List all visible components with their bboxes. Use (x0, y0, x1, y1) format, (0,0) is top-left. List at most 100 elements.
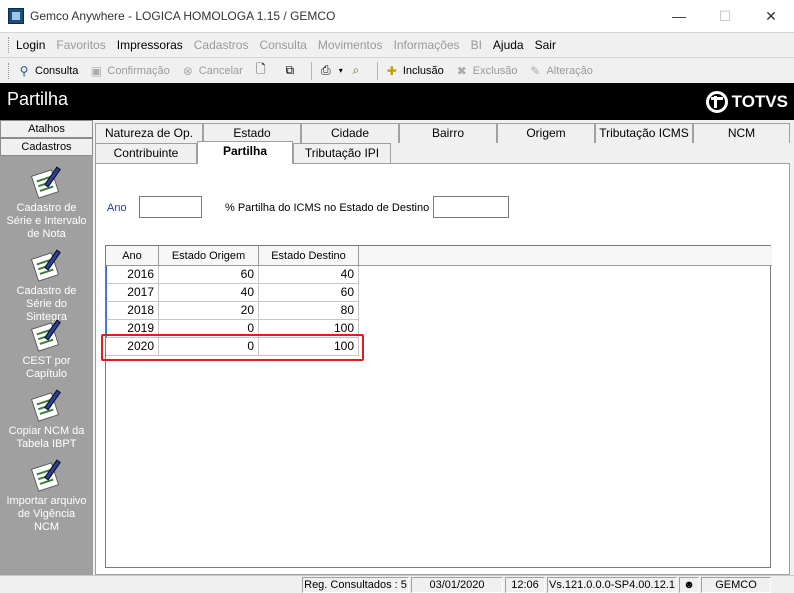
new-document-button[interactable]: 🗋 (253, 62, 272, 79)
tab-bairro[interactable]: Bairro (399, 123, 497, 143)
minimize-button[interactable]: — (656, 0, 702, 32)
toolbar-separator (376, 61, 378, 80)
partilha-label: % Partilha do ICMS no Estado de Destino (225, 202, 430, 214)
sidebar-item-label: Cadastro de Série e Intervalo de Nota (6, 202, 87, 240)
sidebar-item-copiar-ncm[interactable]: Copiar NCM da Tabela IBPT (0, 389, 93, 451)
menu-bi: BI (470, 37, 482, 52)
column-header-ano[interactable]: Ano (106, 246, 159, 266)
confirmacao-button: ▣ Confirmação (88, 63, 170, 79)
edit-record-icon: ✎ (530, 63, 541, 78)
tab-tributacao-ipi[interactable]: Tributação IPI (293, 143, 391, 163)
delete-record-icon: ✖ (456, 63, 467, 78)
column-header-estado-destino[interactable]: Estado Destino (259, 246, 359, 266)
sidebar-tab-atalhos[interactable]: Atalhos (0, 120, 93, 138)
window-controls: — ☐ ✕ (656, 0, 794, 32)
status-reg-consultados: Reg. Consultados : 5 (302, 577, 409, 593)
menu-favoritos: Favoritos (56, 37, 106, 52)
column-header-estado-origem[interactable]: Estado Origem (159, 246, 259, 266)
status-company: GEMCO (701, 577, 771, 593)
inclusao-button[interactable]: ✚ Inclusão (384, 63, 444, 79)
tab-natureza-op[interactable]: Natureza de Op. (95, 123, 203, 143)
form-pen-icon (30, 459, 62, 492)
sidebar-item-cest[interactable]: CEST por Capítulo (0, 319, 93, 381)
partilha-input[interactable] (433, 196, 509, 218)
tab-contribuinte[interactable]: Contribuinte (95, 143, 197, 163)
status-user-icon: ☻ (679, 577, 699, 593)
toolbar-grip (8, 62, 11, 79)
status-date: 03/01/2020 (411, 577, 503, 593)
toolbar-separator (310, 61, 312, 80)
totvs-logo-icon (705, 91, 728, 113)
cell-estado-origem[interactable]: 60 (159, 266, 259, 284)
tab-cidade[interactable]: Cidade (301, 123, 399, 143)
tab-estado[interactable]: Estado (203, 123, 301, 143)
form-pen-icon (30, 319, 62, 352)
toolbar: ⚲ Consulta ▣ Confirmação ⊗ Cancelar 🗋 ⧉ … (0, 57, 794, 83)
menu-movimentos: Movimentos (317, 37, 383, 52)
ano-label: Ano (107, 202, 127, 214)
form-pen-icon (30, 249, 62, 282)
title-bar: Gemco Anywhere - LOGICA HOMOLOGA 1.15 / … (0, 0, 794, 32)
sidebar-item-serie-sintegra[interactable]: Cadastro de Série do Sintegra (0, 249, 93, 324)
cancel-icon: ⊗ (182, 63, 193, 78)
row-highlight (101, 334, 364, 361)
cell-estado-destino[interactable]: 40 (259, 266, 359, 284)
ano-input[interactable] (139, 196, 202, 218)
menu-sair[interactable]: Sair (535, 38, 556, 52)
copy-icon: ⧉ (285, 63, 295, 77)
menu-bar: Login Favoritos Impressoras Cadastros Co… (0, 32, 794, 56)
tab-ncm[interactable]: NCM (693, 123, 790, 143)
add-record-icon: ✚ (386, 63, 397, 78)
app-icon (8, 8, 24, 24)
tab-tributacao-icms[interactable]: Tributação ICMS (595, 123, 693, 143)
menu-grip (8, 36, 11, 53)
status-time: 12:06 (505, 577, 545, 593)
cell-estado-destino[interactable]: 60 (259, 284, 359, 302)
menu-impressoras[interactable]: Impressoras (117, 38, 183, 52)
table-row[interactable]: 2018 20 80 (106, 302, 359, 320)
menu-cadastros: Cadastros (193, 37, 249, 52)
document-icon: 🗋 (255, 62, 266, 76)
sidebar-item-label: CEST por Capítulo (22, 355, 71, 380)
print-button[interactable]: ⎙ ▾ ⌕ (318, 63, 367, 79)
sidebar-item-serie-intervalo[interactable]: Cadastro de Série e Intervalo de Nota (0, 166, 93, 241)
screen-header: Partilha TOTVS (0, 83, 794, 120)
sidebar: Atalhos Cadastros Cadastro de Série e In… (0, 120, 93, 575)
exclusao-button: ✖ Exclusão (454, 63, 518, 79)
table-row[interactable]: 2016 60 40 (106, 266, 359, 284)
menu-login[interactable]: Login (16, 38, 45, 52)
partilha-tab-page: Ano % Partilha do ICMS no Estado de Dest… (95, 163, 790, 575)
status-version: Vs.121.0.0.0-SP4.00.12.1 (547, 577, 677, 593)
cell-ano[interactable]: 2018 (106, 302, 159, 320)
alteracao-button: ✎ Alteração (527, 63, 593, 79)
menu-ajuda[interactable]: Ajuda (493, 38, 524, 52)
cell-estado-destino[interactable]: 80 (259, 302, 359, 320)
sidebar-item-label: Importar arquivo de Vigência NCM (6, 495, 87, 533)
dropdown-arrow-icon: ▾ (338, 66, 343, 75)
cell-estado-origem[interactable]: 20 (159, 302, 259, 320)
binoculars-icon: ⚲ (19, 63, 29, 78)
tab-origem[interactable]: Origem (497, 123, 595, 143)
cancelar-button: ⊗ Cancelar (180, 63, 243, 79)
grid-header: Ano Estado Origem Estado Destino (106, 246, 772, 266)
consulta-button[interactable]: ⚲ Consulta (16, 63, 79, 79)
save-icon: ▣ (90, 63, 103, 78)
sidebar-tab-cadastros[interactable]: Cadastros (0, 138, 93, 156)
sidebar-item-label: Copiar NCM da Tabela IBPT (8, 425, 85, 450)
cell-ano[interactable]: 2017 (106, 284, 159, 302)
table-row[interactable]: 2017 40 60 (106, 284, 359, 302)
close-button[interactable]: ✕ (748, 0, 794, 32)
partilha-grid[interactable]: Ano Estado Origem Estado Destino 2016 60… (105, 245, 772, 568)
cell-estado-origem[interactable]: 40 (159, 284, 259, 302)
sidebar-item-importar-vigencia[interactable]: Importar arquivo de Vigência NCM (0, 459, 93, 534)
totvs-logo: TOTVS (705, 91, 788, 113)
form-pen-icon (30, 389, 62, 422)
print-preview-icon: ⌕ (352, 63, 360, 77)
status-bar: Reg. Consultados : 5 03/01/2020 12:06 Vs… (0, 575, 794, 593)
copy-document-button[interactable]: ⧉ (282, 63, 301, 79)
cell-ano[interactable]: 2016 (106, 266, 159, 284)
window-title: Gemco Anywhere - LOGICA HOMOLOGA 1.15 / … (30, 9, 336, 23)
tab-partilha[interactable]: Partilha (197, 141, 293, 164)
form-pen-icon (30, 166, 62, 199)
menu-consulta: Consulta (259, 37, 307, 52)
